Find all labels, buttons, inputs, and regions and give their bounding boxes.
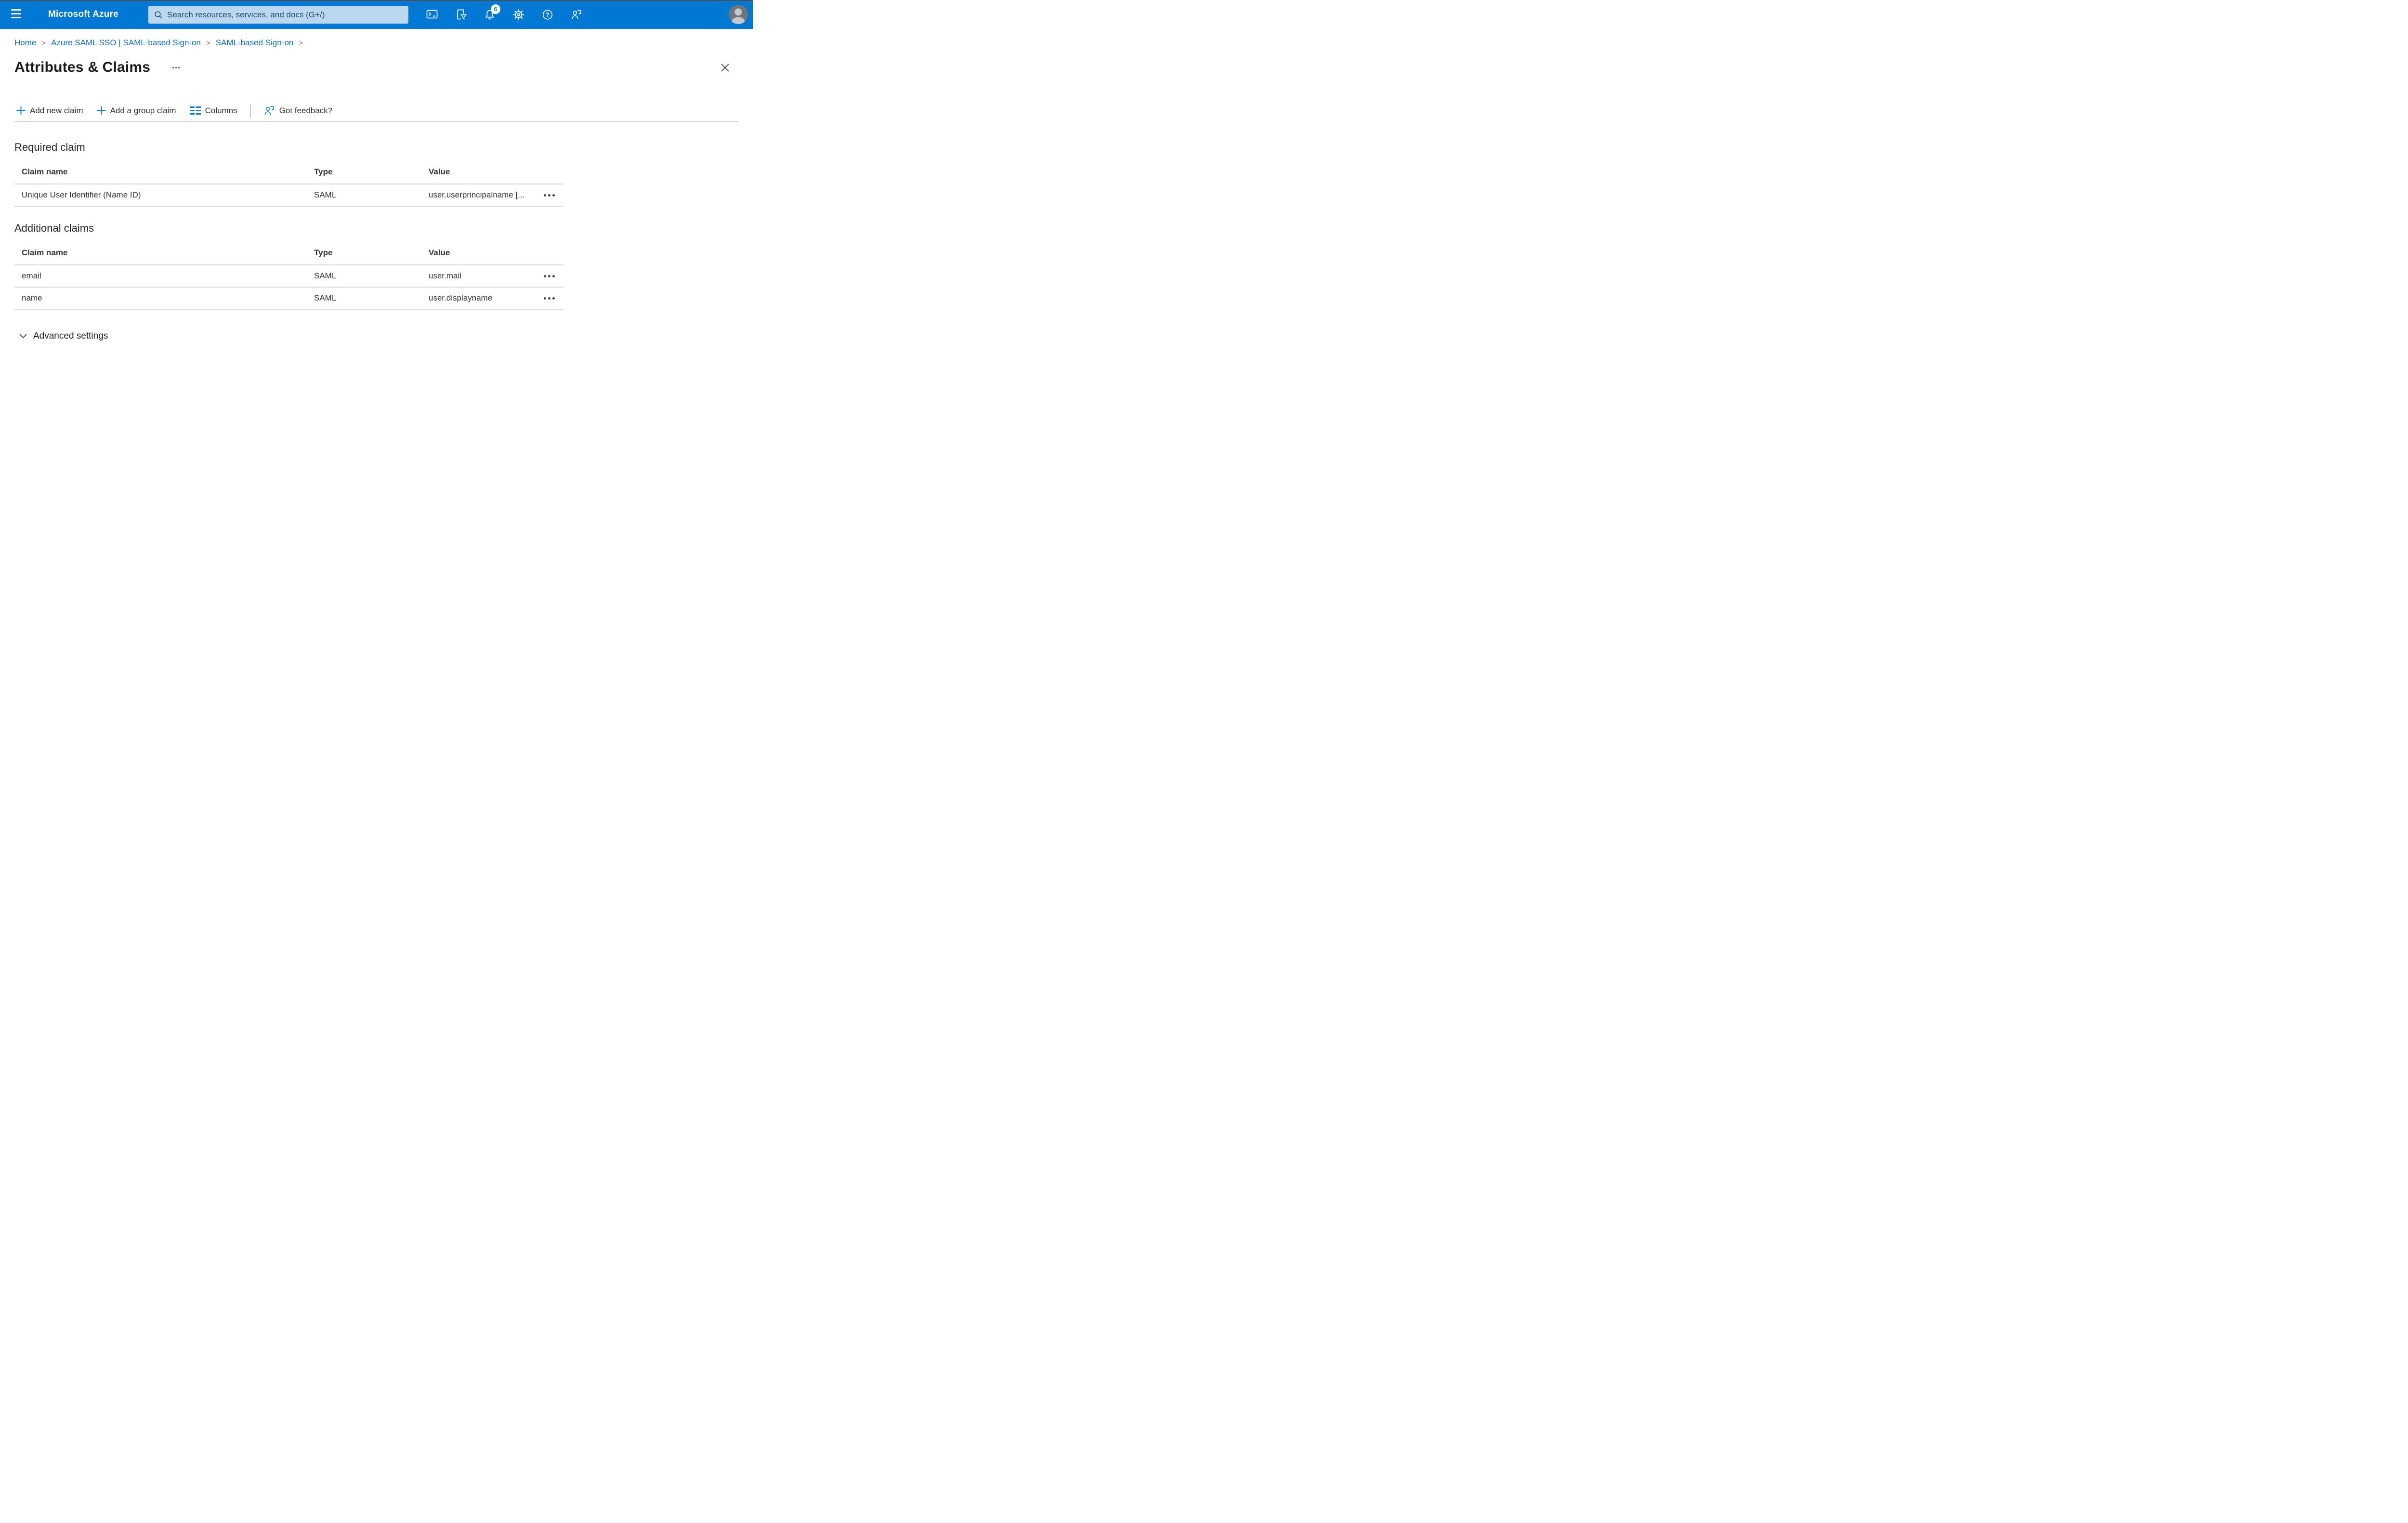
claim-type-cell: SAML — [314, 190, 337, 199]
advanced-settings-toggle[interactable]: Advanced settings — [14, 330, 108, 342]
notifications-button[interactable]: 6 — [484, 4, 500, 20]
columns-icon — [189, 106, 201, 115]
got-feedback-button[interactable]: Got feedback? — [258, 102, 339, 119]
close-icon — [720, 63, 729, 72]
additional-claims-table: Claim name Type Value email SAML user.ma… — [14, 241, 563, 310]
add-group-claim-button[interactable]: Add a group claim — [91, 102, 182, 119]
directory-filter-icon — [457, 9, 467, 20]
help-button[interactable]: ? — [542, 9, 553, 20]
ellipsis-icon — [543, 194, 546, 197]
breadcrumb-separator-icon: > — [299, 39, 303, 47]
add-group-claim-label: Add a group claim — [110, 105, 176, 115]
feedback-button[interactable] — [571, 9, 582, 20]
help-icon: ? — [542, 9, 553, 20]
avatar[interactable] — [729, 5, 748, 24]
command-bar: Add new claim Add a group claim Columns … — [14, 100, 738, 122]
table-header-row: Claim name Type Value — [14, 160, 563, 184]
gear-icon — [513, 9, 524, 20]
claim-type-cell: SAML — [314, 271, 337, 280]
breadcrumb: Home > Azure SAML SSO | SAML-based Sign-… — [0, 29, 753, 48]
column-header-claim-name: Claim name — [22, 248, 68, 257]
breadcrumb-home-link[interactable]: Home — [14, 38, 36, 48]
row-context-menu-button[interactable] — [541, 189, 558, 201]
ellipsis-icon — [543, 275, 546, 277]
cloud-shell-icon — [426, 10, 438, 19]
row-context-menu-button[interactable] — [541, 270, 558, 282]
add-new-claim-button[interactable]: Add new claim — [14, 102, 89, 119]
claim-type-cell: SAML — [314, 293, 337, 302]
required-claim-table: Claim name Type Value Unique User Identi… — [14, 160, 563, 207]
window-top-edge — [0, 0, 753, 1]
got-feedback-label: Got feedback? — [279, 105, 333, 115]
ellipsis-icon — [543, 297, 546, 300]
plus-icon — [16, 106, 26, 115]
column-header-type: Type — [314, 248, 333, 257]
column-header-type: Type — [314, 167, 333, 176]
directory-filter-button[interactable] — [455, 9, 467, 20]
svg-text:?: ? — [546, 11, 550, 18]
search-icon — [155, 11, 162, 19]
add-new-claim-label: Add new claim — [30, 105, 83, 115]
required-claim-heading: Required claim — [14, 141, 85, 153]
feedback-person-icon — [264, 105, 274, 115]
main-content: Required claim Claim name Type Value Uni… — [14, 141, 738, 342]
table-row[interactable]: email SAML user.mail — [14, 265, 563, 288]
cloud-shell-button[interactable] — [426, 9, 438, 20]
column-header-value: Value — [429, 167, 450, 176]
claim-value-cell: user.mail — [429, 271, 462, 280]
columns-label: Columns — [205, 105, 237, 115]
toolbar-divider — [249, 104, 251, 118]
column-header-value: Value — [429, 248, 450, 257]
page-header: Attributes & Claims — [14, 58, 731, 77]
breadcrumb-signon-link[interactable]: SAML-based Sign-on — [216, 38, 294, 48]
breadcrumb-separator-icon: > — [41, 39, 46, 47]
row-context-menu-button[interactable] — [541, 292, 558, 304]
chevron-down-icon — [19, 334, 27, 339]
columns-button[interactable]: Columns — [184, 102, 243, 119]
column-header-claim-name: Claim name — [22, 167, 68, 176]
ellipsis-icon — [172, 66, 174, 68]
page-title: Attributes & Claims — [14, 59, 151, 75]
page-context-menu-button[interactable] — [170, 64, 182, 71]
claim-name-cell: Unique User Identifier (Name ID) — [22, 190, 141, 199]
search-input[interactable] — [167, 10, 403, 20]
top-bar-icons: 6 ? — [426, 0, 582, 29]
azure-top-bar: Microsoft Azure 6 — [0, 0, 753, 29]
search-box[interactable] — [148, 6, 408, 24]
feedback-person-icon — [572, 10, 581, 19]
settings-button[interactable] — [513, 9, 524, 20]
advanced-settings-label: Advanced settings — [33, 331, 108, 341]
hamburger-menu-button[interactable] — [11, 9, 22, 20]
claim-value-cell: user.userprincipalname [... — [429, 190, 525, 199]
notification-badge: 6 — [491, 4, 500, 14]
plus-icon — [97, 106, 106, 115]
product-title: Microsoft Azure — [48, 9, 118, 19]
table-row[interactable]: name SAML user.displayname — [14, 288, 563, 310]
claim-value-cell: user.displayname — [429, 293, 493, 302]
claim-name-cell: name — [22, 293, 42, 302]
table-row[interactable]: Unique User Identifier (Name ID) SAML us… — [14, 184, 563, 207]
claim-name-cell: email — [22, 271, 41, 280]
hamburger-icon — [11, 9, 21, 11]
breadcrumb-separator-icon: > — [206, 39, 210, 47]
close-blade-button[interactable] — [719, 62, 731, 73]
breadcrumb-app-link[interactable]: Azure SAML SSO | SAML-based Sign-on — [51, 38, 201, 48]
additional-claims-heading: Additional claims — [14, 222, 94, 234]
table-header-row: Claim name Type Value — [14, 241, 563, 265]
avatar-person-icon — [729, 5, 748, 24]
